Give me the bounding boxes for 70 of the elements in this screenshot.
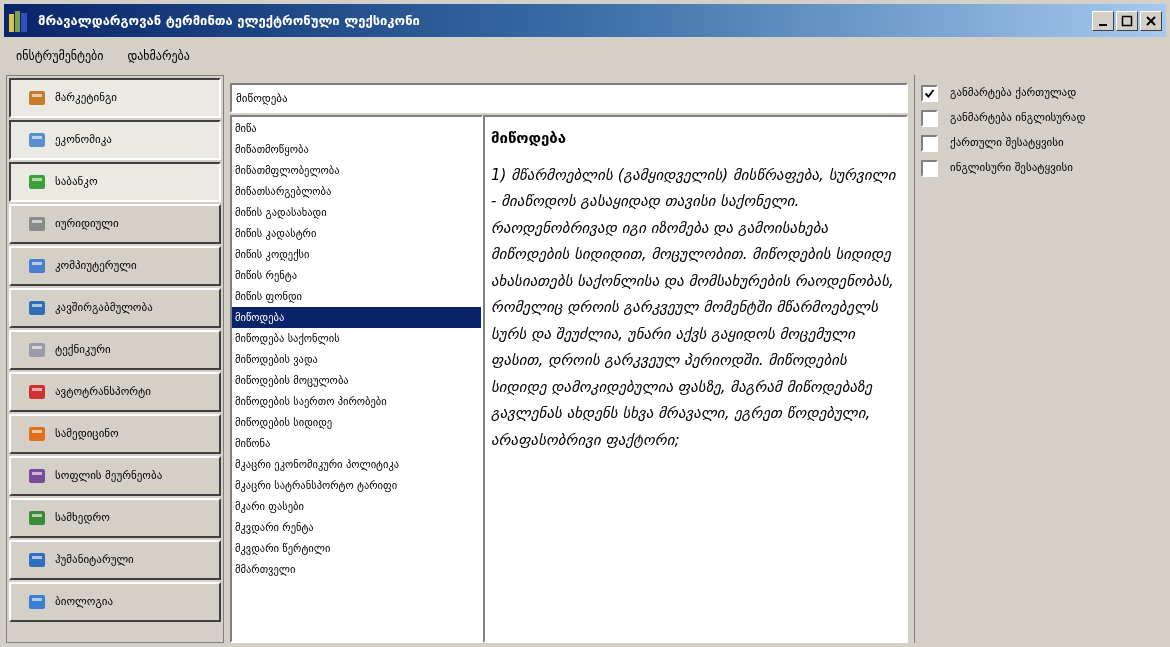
term-item[interactable]: მიწოდების საერთო პირობები [232,391,481,412]
maximize-icon [1121,14,1133,27]
term-item[interactable]: მიწის რენტა [232,265,481,286]
tile-icon [27,88,47,108]
option-label: ქართული შესატყვისი [950,135,1064,152]
term-item[interactable]: მიწის კადასტრი [232,223,481,244]
term-item[interactable]: მკარი ფასები [232,496,481,517]
option-label: განმარტება ინგლისურად [950,110,1086,127]
tile-icon [27,172,47,192]
tile-icon [27,550,47,570]
tile-icon [27,214,47,234]
checkbox[interactable] [921,135,938,152]
search-field[interactable]: მიწოდება [230,83,908,113]
category-button[interactable]: ჰუმანიტარული [9,540,221,580]
maximize-button[interactable] [1116,10,1138,31]
category-button[interactable]: იურიდიული [9,204,221,244]
menu-item[interactable]: დახმარება [127,47,190,65]
checkmark-icon [924,88,935,99]
option-label: ინგლისური შესატყვისი [950,160,1073,177]
term-item[interactable]: მიწოდება [232,307,481,328]
checkbox[interactable] [921,85,938,102]
tile-icon [27,340,47,360]
close-button[interactable] [1140,10,1162,31]
tile-icon [27,298,47,318]
minimize-button[interactable] [1092,10,1114,31]
tile-icon [27,466,47,486]
category-button[interactable]: კავშირგაბმულობა [9,288,221,328]
term-item[interactable]: მიწათმოწყობა [232,139,481,160]
term-item[interactable]: მიწის ფონდი [232,286,481,307]
category-button[interactable]: ტექნიკური [9,330,221,370]
tile-icon [27,592,47,612]
category-button[interactable]: საბანკო [9,162,221,202]
term-item[interactable]: მიწის გადასახადი [232,202,481,223]
menu-item[interactable]: ინსტრუმენტები [16,47,104,65]
term-item[interactable]: მიწოდება საქონლის [232,328,481,349]
term-item[interactable]: მიწოდების სიდიდე [232,412,481,433]
term-item[interactable]: მიწოდების მოცულობა [232,370,481,391]
term-heading: მიწოდება [491,128,568,149]
term-item[interactable]: მიწონა [232,433,481,454]
term-item[interactable]: მიწოდების ვადა [232,349,481,370]
term-item[interactable]: მიწა [232,118,481,139]
category-button[interactable]: ავტოტრანსპორტი [9,372,221,412]
term-item[interactable]: მკაცრი სატრანსპორტო ტარიფი [232,475,481,496]
category-button[interactable]: სოფლის მეურნეობა [9,456,221,496]
tile-icon [27,130,47,150]
category-button[interactable]: კომპიუტერული [9,246,221,286]
checkbox[interactable] [921,160,938,177]
term-item[interactable]: მიწათმფლობელობა [232,160,481,181]
category-button[interactable]: ეკონომიკა [9,120,221,160]
tile-icon [27,424,47,444]
tile-icon [27,382,47,402]
window-title: მრავალდარგოვან ტერმინთა ელექტრონული ლექსიკონი [38,11,420,30]
term-item[interactable]: მკვდარი რენტა [232,517,481,538]
tile-icon [27,508,47,528]
term-item[interactable]: მკაცრი ეკონომიკური პოლიტიკა [232,454,481,475]
term-item[interactable]: მმართველი [232,559,481,580]
category-button[interactable]: სამედიცინო [9,414,221,454]
option-label: განმარტება ქართულად [950,85,1077,102]
tile-icon [27,256,47,276]
minimize-icon [1099,23,1107,26]
category-button[interactable]: სამხედრო [9,498,221,538]
term-item[interactable]: მიწათსარგებლობა [232,181,481,202]
category-button[interactable]: ბიოლოგია [9,582,221,622]
books-icon [8,8,30,33]
term-item[interactable]: მკვდარი წერტილი [232,538,481,559]
definition-text: 1) მწარმოებლის (გამყიდველის) მისწრაფება, სურვილი - მიაწოდოს გასაყიდად თავისი საქონელი. რაოდენობრივად იგი იზომება და გამოისახება მიწოდების სიდიდით, მოცულობით. მიწოდების სიდიდე ახასიათებს საქონლისა და მომსახურების რაოდენობას, რომელიც დროის გარკვეულ მომენტში მწარმოებელს სურს და შეუძლია, უნარი აქვს გაყიდოს მოცემული ფასით, დროის გარკვეულ პერიოდში. მიწოდების სიდიდე დამოკიდებულია ფასზე, მაგრამ მიწოდებაზე გავლენას ახდენს სხვა მრავალი, ეგრეთ წოდებული, არაფასობრივი ფაქტორი; [491,164,897,451]
close-icon [1145,14,1157,27]
term-item[interactable]: მიწის კოდექსი [232,244,481,265]
category-button[interactable]: მარკეტინგი [9,78,221,118]
checkbox[interactable] [921,110,938,127]
